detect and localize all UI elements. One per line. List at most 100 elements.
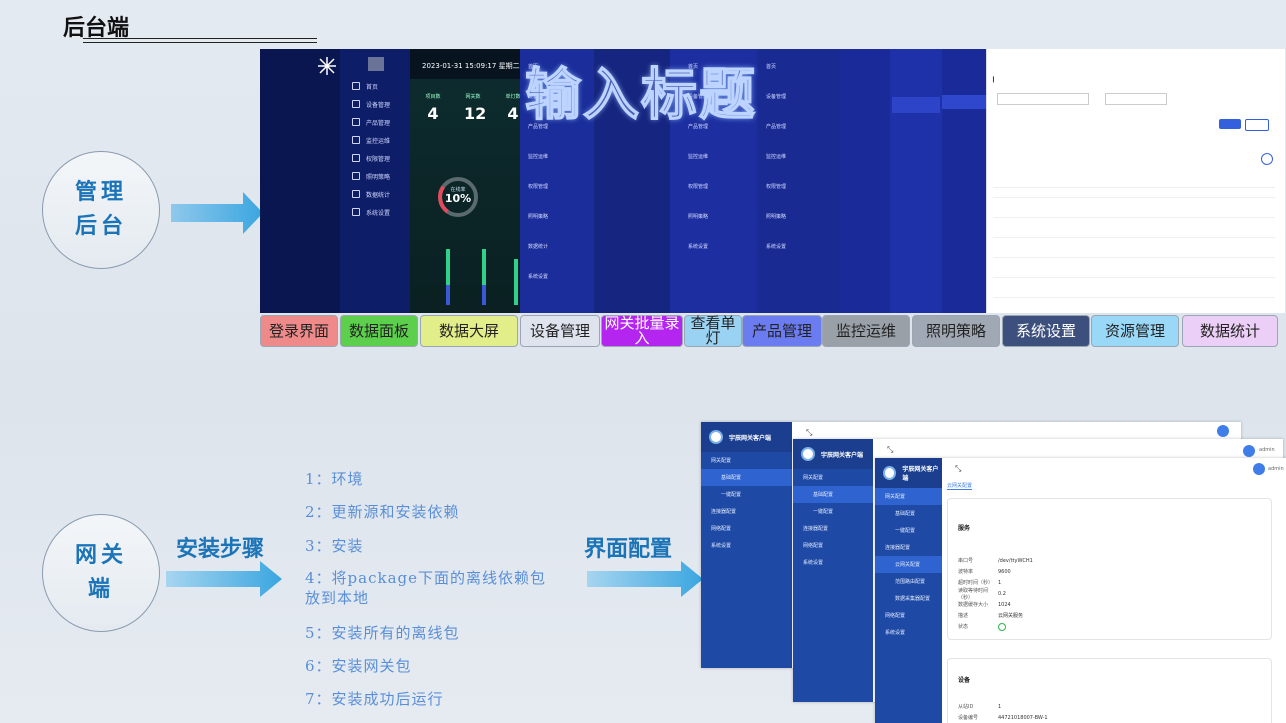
nav-col-item[interactable]: 权限管理 <box>766 183 786 190</box>
nav-col-item[interactable]: 系统设置 <box>766 243 786 250</box>
gateway-menu-item[interactable]: 网络配置 <box>875 607 942 624</box>
gateway-menu-item[interactable]: 连接器配置 <box>701 503 792 520</box>
gateway-menu: 网关配置 基础配置 一键配置 连接器配置 云网关配置 范围路由配置 数据采集器配置 网络配置系… <box>875 488 942 641</box>
nav-col-item[interactable]: 监控运维 <box>766 153 786 160</box>
service-field: 状态 <box>958 621 1033 632</box>
tab-cloud-gateway[interactable]: 云网关配置 <box>947 482 973 490</box>
right-arrow-icon <box>171 192 263 234</box>
fullscreen-icon[interactable]: ⤡ <box>806 428 812 438</box>
stat-box: 项目数 4 <box>424 93 442 123</box>
module-label-text: 资源管理 <box>1104 321 1165 340</box>
stat-label: 项目数 <box>425 94 441 100</box>
monitor-sidebar-thumb <box>942 49 986 313</box>
gateway-menu-item[interactable]: 网络配置 <box>793 537 873 554</box>
nav-col-item[interactable]: 首页 <box>766 63 776 70</box>
reset-button[interactable] <box>1245 119 1269 131</box>
nav-icon <box>352 208 360 216</box>
nav-item[interactable]: 权限管理 <box>340 149 410 167</box>
gateway-menu-item[interactable]: 网关配置 <box>793 469 873 486</box>
gateway-sidebar-1: 宇辰网关客户端 网关配置 基础配置 一键配置 连接器配置 网络配置 系统设置 <box>701 422 792 668</box>
module-label-text: 监控运维 <box>835 321 896 340</box>
user-icon[interactable] <box>1217 425 1229 437</box>
gateway-submenu-item[interactable]: 范围路由配置 <box>875 573 942 590</box>
gateway-submenu-item[interactable]: 云网关配置 <box>875 556 942 573</box>
search-button[interactable] <box>1219 119 1241 129</box>
table-row <box>993 257 1275 258</box>
snowflake-logo-icon <box>318 57 336 75</box>
nav-item[interactable]: 首页 <box>340 77 410 95</box>
gateway-menu-item[interactable]: 系统设置 <box>701 537 792 554</box>
nav-item[interactable]: 监控运维 <box>340 131 410 149</box>
field-value: 0.2 <box>998 590 1006 597</box>
module-label-text: 数据面板 <box>348 321 409 340</box>
nav-col-item[interactable]: 产品管理 <box>766 123 786 130</box>
field-key: 波特率 <box>958 569 974 575</box>
nav-col-item[interactable]: 权限管理 <box>688 183 708 190</box>
nav-col-item[interactable]: 照明策略 <box>688 213 708 220</box>
table-row <box>993 237 1275 238</box>
gateway-menu-item[interactable]: 基础配置 <box>875 505 942 522</box>
right-arrow-icon-2 <box>166 561 282 597</box>
nav-col-item[interactable]: 设备管理 <box>766 93 786 100</box>
gateway-circle: 网关 端 <box>42 514 160 632</box>
module-label: 查看单灯 <box>684 315 742 347</box>
service-field: 波特率 9600 <box>958 566 1033 577</box>
nav-col-item[interactable]: 监控运维 <box>528 153 548 160</box>
nav-col-item[interactable]: 照明策略 <box>528 213 548 220</box>
device-fields: 从站ID 1 设备编号 44721018007-BW-1 <box>958 701 1048 723</box>
nav-icon <box>352 172 360 180</box>
gateway-menu-item[interactable]: 网关配置 <box>875 488 942 505</box>
nav-item[interactable]: 系统设置 <box>340 203 410 221</box>
fullscreen-icon-2[interactable]: ⤡ <box>887 445 893 455</box>
device-card: 设备 从站ID 1 设备编号 44721018007-BW-1 <box>947 658 1272 723</box>
table-row <box>993 297 1275 298</box>
install-steps-title: 安装步骤 <box>176 536 265 562</box>
gateway-menu-item[interactable]: 一键配置 <box>793 503 873 520</box>
gateway-menu-item[interactable]: 一键配置 <box>701 486 792 503</box>
avatar <box>368 57 384 71</box>
user-icon-2[interactable] <box>1243 445 1255 457</box>
gateway-menu-item[interactable]: 连接器配置 <box>875 539 942 556</box>
nav-col-item[interactable]: 照明策略 <box>766 213 786 220</box>
service-fields: 串口号/dev/ttyWCH1 波特率 9600 超时时间（秒） 1 读取等待时间（秒） 0… <box>958 555 1033 632</box>
gateway-menu-item[interactable]: 基础配置 <box>701 469 792 486</box>
nav-item[interactable]: 数据统计 <box>340 185 410 203</box>
module-label: 登录界面 <box>260 315 338 347</box>
field-value: 云网关服务 <box>998 613 1024 619</box>
user-icon-3[interactable] <box>1253 463 1265 475</box>
fullscreen-icon-3[interactable]: ⤡ <box>955 464 961 474</box>
module-label: 数据统计 <box>1182 315 1278 347</box>
stat-value: 4 <box>427 104 439 123</box>
nav-icon <box>352 82 360 90</box>
module-label-text: 查看单灯 <box>690 314 736 347</box>
table-row <box>993 277 1275 278</box>
service-title: 服务 <box>958 525 971 532</box>
nav-item[interactable]: 设备管理 <box>340 95 410 113</box>
nav-item[interactable]: 照明策略 <box>340 167 410 185</box>
service-field: 串口号/dev/ttyWCH1 <box>958 555 1033 566</box>
gateway-sidebar-2: 宇辰网关客户端 网关配置 基础配置 一键配置 连接器配置 网络配置 系统设置 <box>793 439 873 702</box>
big-screen-thumb: 2023-01-31 15:09:17 星期二 项目数 4 网关数 12 单灯数 4 在线… <box>410 49 520 313</box>
add-icon[interactable] <box>1261 153 1273 165</box>
gateway-menu-item[interactable]: 系统设置 <box>793 554 873 571</box>
sidebar-logo-area <box>340 49 410 77</box>
gateway-menu-item[interactable]: 网络配置 <box>701 520 792 537</box>
gateway-menu-item[interactable]: 系统设置 <box>875 624 942 641</box>
gateway-menu-item[interactable]: 基础配置 <box>793 486 873 503</box>
gateway-menu-item[interactable]: 网关配置 <box>701 452 792 469</box>
nav-item[interactable]: 产品管理 <box>340 113 410 131</box>
nav-col-item[interactable]: 系统设置 <box>688 243 708 250</box>
install-step: 7：安装成功后运行 <box>305 690 444 708</box>
username-3: admin <box>1268 466 1284 472</box>
nav-col-item[interactable]: 权限管理 <box>528 183 548 190</box>
gateway-menu-item[interactable]: 连接器配置 <box>793 520 873 537</box>
gateway-submenu-item[interactable]: 数据采集器配置 <box>875 590 942 607</box>
nav-col-item[interactable]: 监控运维 <box>688 153 708 160</box>
gateway-menu-item[interactable]: 一键配置 <box>875 522 942 539</box>
module-label-text: 网关批量录入 <box>604 314 680 347</box>
nav-col-item[interactable]: 系统设置 <box>528 273 548 280</box>
module-label-text: 产品管理 <box>751 321 812 340</box>
app-name-3: 宇辰网关客户端 <box>902 466 939 482</box>
module-label: 设备管理 <box>520 315 600 347</box>
nav-col-item[interactable]: 数据统计 <box>528 243 548 250</box>
